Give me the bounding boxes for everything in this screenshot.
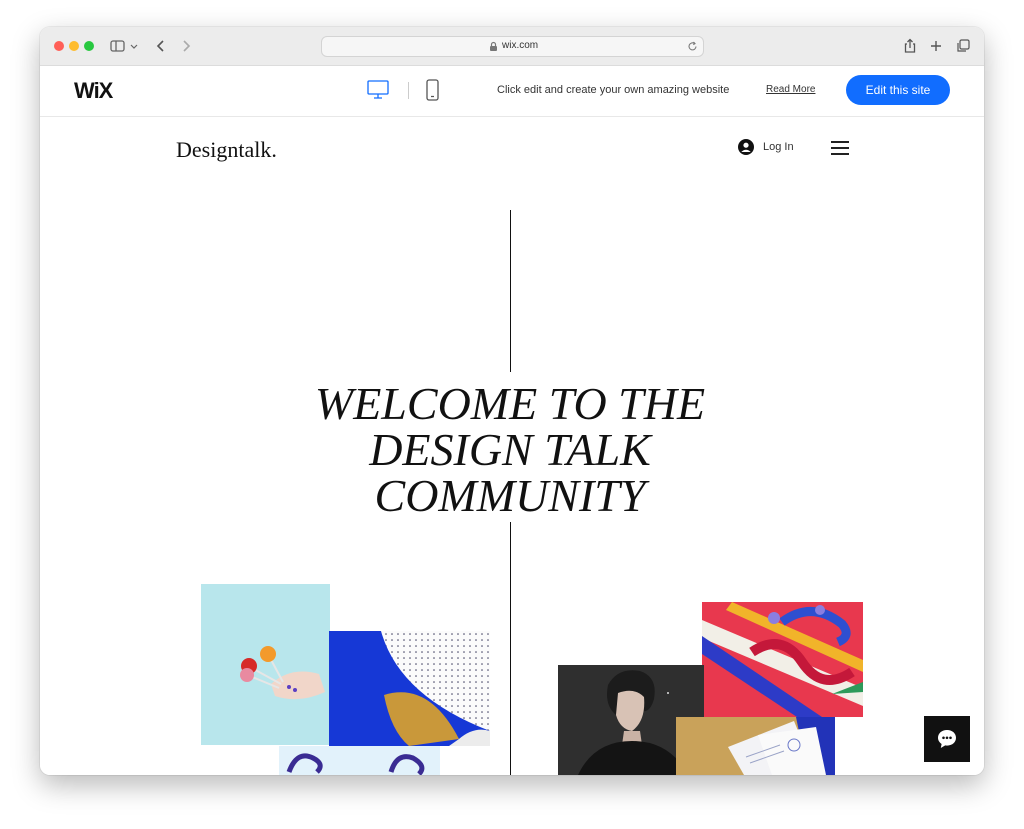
reload-icon[interactable]: [687, 41, 698, 52]
user-avatar-icon: [738, 139, 754, 155]
browser-toolbar: wix.com: [40, 27, 984, 66]
abstract-sculpture-image: [702, 602, 863, 717]
login-button[interactable]: Log In: [738, 139, 794, 155]
login-label: Log In: [763, 141, 794, 153]
edit-this-site-button[interactable]: Edit this site: [846, 75, 950, 105]
lollipop-hand-image: [201, 584, 330, 745]
site-logo[interactable]: Designtalk.: [176, 137, 277, 163]
chat-bubble-icon: [938, 730, 956, 748]
sidebar-toggle-icon[interactable]: [109, 37, 127, 55]
share-icon[interactable]: [901, 37, 919, 55]
view-divider: [408, 82, 409, 99]
lettering-image: [279, 746, 440, 775]
new-tab-plus-icon[interactable]: [927, 37, 945, 55]
mobile-view-icon[interactable]: [426, 79, 439, 101]
zoom-window-button[interactable]: [84, 41, 94, 51]
desktop-view-icon[interactable]: [367, 80, 389, 100]
lock-icon: [490, 41, 497, 51]
browser-window: wix.com WiX Click edit and create your o…: [40, 27, 984, 775]
chevron-down-icon[interactable]: [129, 37, 139, 55]
url-text: wix.com: [502, 40, 539, 51]
stationery-image: [676, 717, 835, 775]
headline-line-3: COMMUNITY: [374, 470, 646, 521]
wix-logo[interactable]: WiX: [74, 78, 113, 104]
back-arrow-icon[interactable]: [152, 37, 170, 55]
peeling-paper-image: [329, 631, 490, 746]
menu-icon[interactable]: [831, 141, 849, 155]
divider-line-bottom: [510, 522, 511, 775]
minimize-window-button[interactable]: [69, 41, 79, 51]
forward-arrow-icon[interactable]: [177, 37, 195, 55]
divider-line-top: [510, 210, 511, 372]
headline-line-1: WELCOME TO THE: [314, 378, 706, 429]
wix-promo-bar: WiX Click edit and create your own amazi…: [40, 66, 984, 117]
read-more-link[interactable]: Read More: [766, 84, 815, 95]
close-window-button[interactable]: [54, 41, 64, 51]
tab-overview-icon[interactable]: [954, 37, 972, 55]
promo-text: Click edit and create your own amazing w…: [497, 84, 730, 96]
site-content: Designtalk. Log In WELCOME TO THE DESIGN…: [40, 117, 984, 775]
chat-button[interactable]: [924, 716, 970, 762]
address-bar[interactable]: wix.com: [321, 36, 704, 57]
hero-headline: WELCOME TO THE DESIGN TALK COMMUNITY: [250, 381, 770, 519]
headline-line-2: DESIGN TALK: [369, 424, 651, 475]
